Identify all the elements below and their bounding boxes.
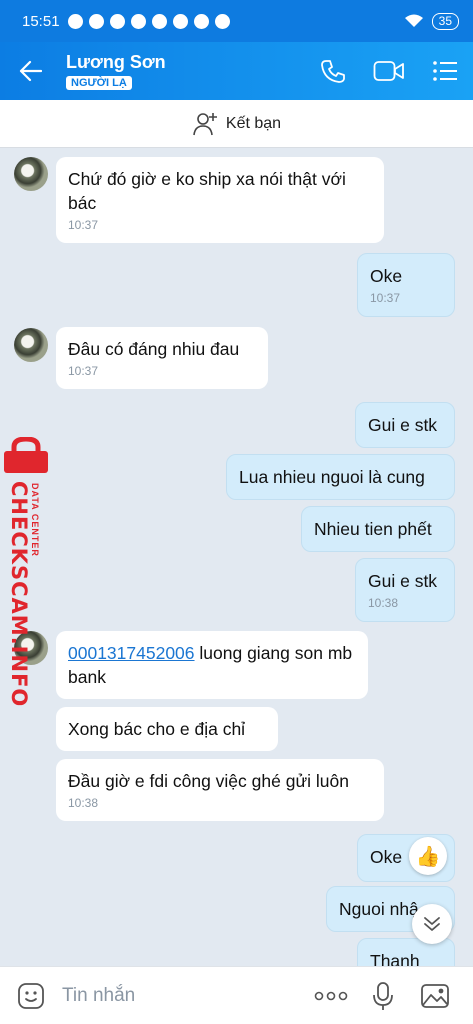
list-icon (433, 61, 457, 81)
add-friend-button[interactable]: Kết bạn (0, 100, 473, 148)
video-icon (373, 61, 404, 81)
message-text: Đâu có đáng nhiu đau (68, 339, 240, 359)
status-bar: 15:51 35 (0, 0, 473, 42)
phone-icon (321, 60, 345, 83)
message-bubble[interactable]: Đầu giờ e fdi công việc ghé gửi luôn 10:… (56, 759, 384, 821)
message-text: Xong bác cho e địa chỉ (68, 719, 246, 739)
sticker-button[interactable] (12, 967, 50, 1024)
stranger-badge: NGƯỜI LẠ (66, 75, 132, 90)
message-text: Đầu giờ e fdi công việc ghé gửi luôn (68, 771, 349, 791)
message-text: Oke (370, 266, 403, 286)
arrow-left-icon (19, 60, 42, 82)
message-time: 10:37 (68, 218, 99, 232)
video-call-button[interactable] (361, 42, 417, 100)
more-button[interactable] (305, 967, 357, 1024)
contact-name: Lương Sơn (66, 51, 166, 72)
notification-icon (109, 13, 125, 29)
message-bubble[interactable]: Đâu có đáng nhiu đau 10:37 (56, 327, 268, 389)
mic-icon (373, 981, 393, 1010)
add-person-icon (193, 112, 217, 135)
watermark-subtitle: DATA CENTER (30, 483, 40, 557)
watermark: CHECKSCAM.INFO DATA CENTER (2, 437, 52, 707)
voice-button[interactable] (357, 967, 409, 1024)
avatar[interactable] (14, 328, 48, 362)
lock-icon (4, 437, 48, 473)
contact-info[interactable]: Lương Sơn NGƯỜI LẠ (60, 52, 305, 91)
message-text: Gui e stk (368, 571, 438, 591)
message-text: Thanh (370, 951, 420, 966)
notification-icon (130, 13, 146, 29)
avatar[interactable] (14, 157, 48, 191)
message-bubble[interactable]: Oke 10:37 (357, 253, 455, 317)
chevron-down-icon (424, 917, 440, 931)
image-button[interactable] (409, 967, 461, 1024)
notification-icon (193, 13, 209, 29)
menu-button[interactable] (417, 42, 473, 100)
message-text: Gui e stk (368, 415, 438, 435)
message-bubble[interactable]: 0001317452006 luong giang son mb bank (56, 631, 368, 699)
notification-icon (88, 13, 104, 29)
image-icon (421, 983, 449, 1008)
add-friend-label: Kết bạn (225, 114, 282, 132)
message-text: Nguoi nhậ (339, 899, 419, 919)
message-time: 10:38 (68, 796, 99, 810)
message-bubble[interactable]: Nhieu tien phết (301, 506, 455, 552)
message-text: Oke (370, 847, 403, 867)
notification-icons (67, 13, 230, 29)
status-time: 15:51 (22, 12, 60, 30)
message-text: Nhieu tien phết (314, 519, 432, 539)
message-bubble[interactable]: Lua nhieu nguoi là cung (226, 454, 455, 500)
battery-indicator: 35 (431, 12, 459, 30)
message-text: Lua nhieu nguoi là cung (239, 467, 425, 487)
back-button[interactable] (0, 42, 60, 100)
call-button[interactable] (305, 42, 361, 100)
notification-icon (214, 13, 230, 29)
message-bubble[interactable]: Chứ đó giờ e ko ship xa nói thật với bác… (56, 157, 384, 243)
composer-bar: Tin nhắn (0, 966, 473, 1024)
wifi-icon (404, 14, 423, 27)
message-bubble[interactable]: Xong bác cho e địa chỉ (56, 707, 278, 751)
scroll-down-button[interactable] (412, 904, 452, 944)
message-bubble[interactable]: Gui e stk (355, 402, 455, 448)
notification-icon (172, 13, 188, 29)
watermark-brand: CHECKSCAM.INFO (7, 481, 31, 708)
message-bubble[interactable]: Gui e stk 10:38 (355, 558, 455, 622)
account-number-link[interactable]: 0001317452006 (68, 643, 195, 663)
chat-header: Lương Sơn NGƯỜI LẠ (0, 42, 473, 100)
message-list[interactable]: Chứ đó giờ e ko ship xa nói thật với bác… (0, 148, 473, 966)
message-time: 10:37 (370, 291, 401, 305)
notification-icon (67, 13, 83, 29)
message-input[interactable]: Tin nhắn (50, 985, 305, 1007)
message-time: 10:37 (68, 364, 99, 378)
sticker-icon (18, 982, 44, 1009)
message-time: 10:38 (368, 596, 399, 610)
notification-icon (151, 13, 167, 29)
message-text: Chứ đó giờ e ko ship xa nói thật với bác (68, 169, 346, 213)
thumbs-up-icon[interactable]: 👍 (409, 837, 447, 875)
more-icon (314, 991, 348, 1000)
system-icons: 35 (404, 12, 459, 30)
